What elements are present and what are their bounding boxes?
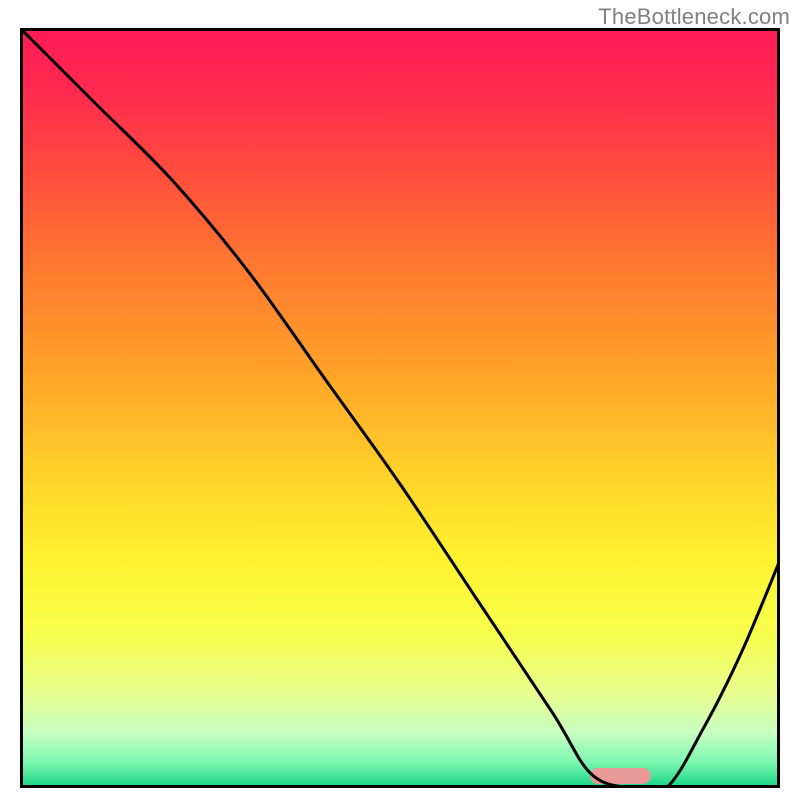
chart-container: TheBottleneck.com <box>0 0 800 800</box>
plot-area <box>20 28 780 788</box>
watermark-text: TheBottleneck.com <box>598 4 790 30</box>
bottleneck-chart <box>20 28 780 788</box>
